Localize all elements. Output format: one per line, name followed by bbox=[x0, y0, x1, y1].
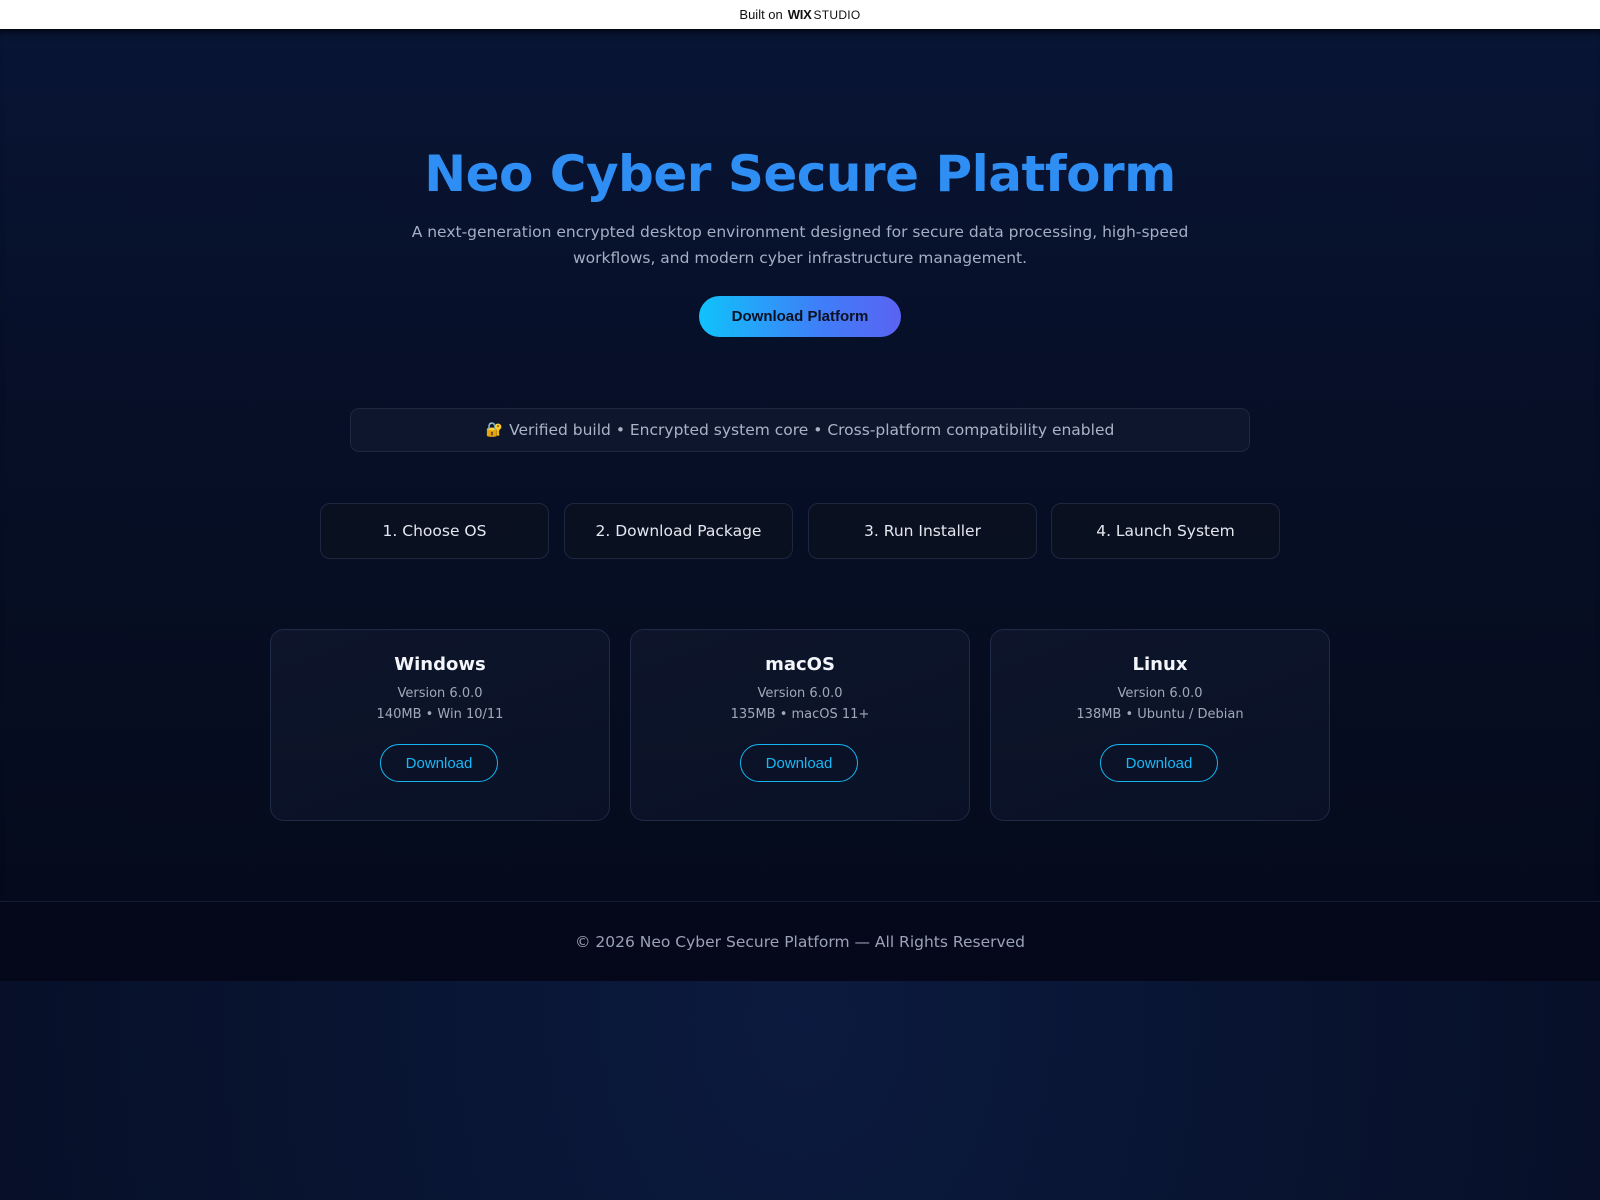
download-platform-button[interactable]: Download Platform bbox=[699, 296, 901, 337]
download-linux-button[interactable]: Download bbox=[1100, 744, 1218, 782]
install-steps: 1. Choose OS 2. Download Package 3. Run … bbox=[320, 503, 1280, 559]
platform-card-macos: macOS Version 6.0.0 135MB • macOS 11+ Do… bbox=[630, 629, 970, 821]
footer: © 2026 Neo Cyber Secure Platform — All R… bbox=[0, 901, 1600, 981]
platform-version: Version 6.0.0 bbox=[757, 686, 843, 701]
step-choose-os: 1. Choose OS bbox=[320, 503, 549, 559]
main-section: Neo Cyber Secure Platform A next-generat… bbox=[0, 29, 1600, 901]
page-subtitle: A next-generation encrypted desktop envi… bbox=[411, 223, 1189, 267]
platform-card-windows: Windows Version 6.0.0 140MB • Win 10/11 … bbox=[270, 629, 610, 821]
banner-prefix: Built on bbox=[739, 7, 783, 22]
download-windows-button[interactable]: Download bbox=[380, 744, 498, 782]
step-launch-system: 4. Launch System bbox=[1051, 503, 1280, 559]
platform-card-linux: Linux Version 6.0.0 138MB • Ubuntu / Deb… bbox=[990, 629, 1330, 821]
footer-copyright: © 2026 Neo Cyber Secure Platform — All R… bbox=[574, 932, 1026, 951]
platform-version: Version 6.0.0 bbox=[1117, 686, 1203, 701]
step-download-package: 2. Download Package bbox=[564, 503, 793, 559]
verification-notice: 🔐 Verified build • Encrypted system core… bbox=[350, 408, 1250, 452]
platform-meta: 135MB • macOS 11+ bbox=[730, 707, 870, 722]
wix-studio-logo: STUDIO bbox=[813, 7, 861, 22]
platform-name: macOS bbox=[765, 654, 835, 675]
wix-logo: WIX bbox=[787, 7, 812, 22]
download-macos-button[interactable]: Download bbox=[740, 744, 858, 782]
notice-text: Verified build • Encrypted system core •… bbox=[509, 421, 1115, 439]
platform-version: Version 6.0.0 bbox=[397, 686, 483, 701]
wix-banner[interactable]: Built on WIX STUDIO bbox=[0, 0, 1600, 29]
platform-meta: 138MB • Ubuntu / Debian bbox=[1076, 707, 1244, 722]
platform-name: Windows bbox=[394, 654, 486, 675]
platform-meta: 140MB • Win 10/11 bbox=[376, 707, 504, 722]
page-title: Neo Cyber Secure Platform bbox=[424, 145, 1176, 203]
platform-name: Linux bbox=[1132, 654, 1188, 675]
lock-key-icon: 🔐 bbox=[485, 422, 504, 438]
step-run-installer: 3. Run Installer bbox=[808, 503, 1037, 559]
